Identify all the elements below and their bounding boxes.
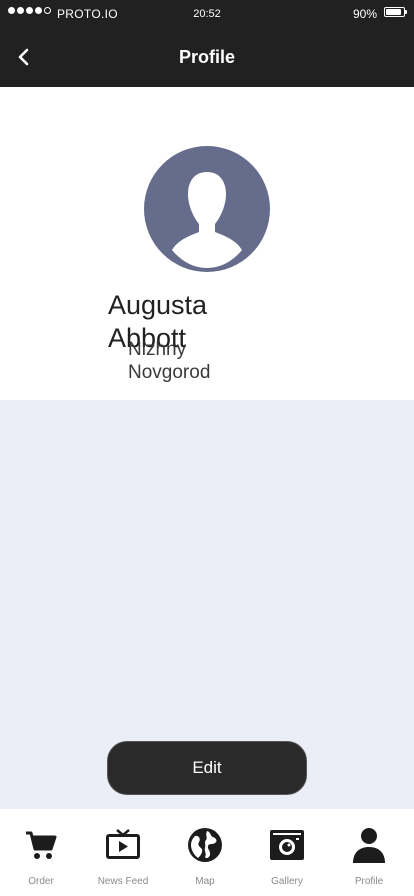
navigation-bar: Profile (0, 28, 414, 87)
status-time: 20:52 (193, 8, 221, 20)
tab-news-feed[interactable]: News Feed (82, 809, 164, 896)
page-title: Profile (178, 47, 235, 67)
tv-icon (106, 829, 140, 859)
tab-profile[interactable]: Profile (328, 809, 410, 896)
user-silhouette-icon (172, 172, 242, 268)
profile-card: Augusta Abbott Nizhny Novgorod (0, 87, 414, 400)
tab-bar: Order News Feed Map Gallery Profile (0, 809, 414, 896)
tab-label: Order (28, 876, 54, 887)
tab-label: Profile (354, 876, 384, 887)
battery-icon (384, 7, 405, 17)
tab-gallery[interactable]: Gallery (246, 809, 328, 896)
status-bar: PROTO.IO 20:52 90% (0, 0, 414, 28)
globe-icon (188, 828, 222, 862)
tab-label: Map (195, 876, 215, 887)
profile-city: Nizhny Novgorod (128, 339, 211, 383)
battery-percentage: 90% (353, 7, 378, 21)
tab-label: News Feed (97, 876, 149, 887)
person-icon (353, 828, 385, 863)
tab-order[interactable]: Order (0, 809, 82, 896)
camera-icon (270, 830, 304, 860)
tab-map[interactable]: Map (164, 809, 246, 896)
cart-icon (26, 831, 57, 859)
tab-label: Gallery (271, 876, 303, 887)
avatar (144, 146, 270, 272)
edit-button[interactable]: Edit (107, 741, 307, 795)
